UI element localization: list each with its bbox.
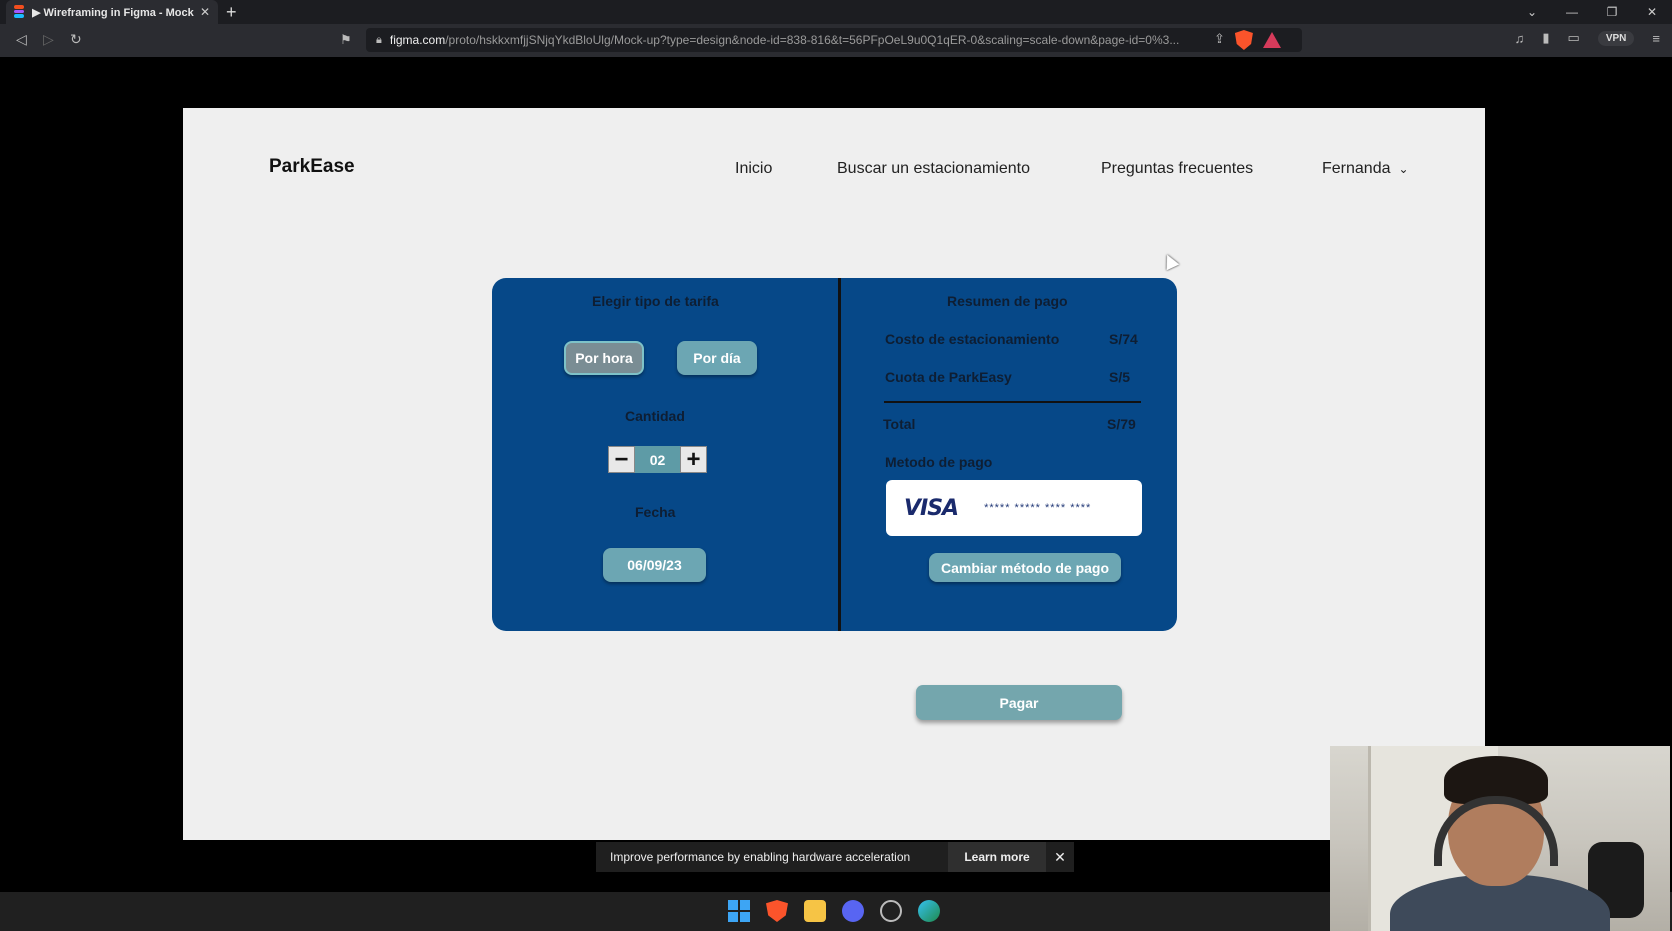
tab-title: ▶ Wireframing in Figma - Mock-u bbox=[32, 6, 194, 19]
address-bar[interactable]: 🔒︎ figma.com /proto/hskkxmfjjSNjqYkdBloU… bbox=[366, 28, 1302, 52]
url-path: /proto/hskkxmfjjSNjqYkdBloUlg/Mock-up?ty… bbox=[445, 33, 1180, 47]
brave-rewards-icon[interactable] bbox=[1262, 32, 1281, 48]
brave-shield-icon[interactable] bbox=[1234, 30, 1253, 50]
parking-cost-value: S/74 bbox=[1109, 331, 1138, 347]
figma-icon bbox=[14, 5, 24, 19]
media-icon[interactable]: ♫ bbox=[1515, 31, 1525, 46]
site-logo[interactable]: ParkEase bbox=[269, 156, 355, 178]
url-actions: ⇪ bbox=[1214, 30, 1281, 50]
webcam-overlay bbox=[1330, 746, 1670, 931]
close-tab-icon[interactable]: ✕ bbox=[200, 5, 210, 19]
windows-start-icon[interactable] bbox=[728, 900, 750, 922]
quantity-value[interactable]: 02 bbox=[635, 446, 680, 473]
total-label: Total bbox=[883, 416, 916, 432]
back-icon[interactable]: ◁ bbox=[16, 31, 27, 48]
chevron-down-icon: ⌄ bbox=[1398, 162, 1409, 176]
forward-icon[interactable]: ▷ bbox=[43, 31, 54, 48]
window-controls: ⌄ — ❐ ✕ bbox=[1512, 0, 1672, 24]
plus-icon[interactable]: + bbox=[680, 446, 707, 473]
browser-toolbar: ◁ ▷ ↻ ⚑ 🔒︎ figma.com /proto/hskkxmfjjSNj… bbox=[0, 24, 1672, 57]
quantity-label: Cantidad bbox=[625, 408, 685, 424]
booking-card: Elegir tipo de tarifa Por hora Por día C… bbox=[492, 278, 1177, 631]
restore-icon[interactable]: ❐ bbox=[1592, 0, 1632, 24]
total-value: S/79 bbox=[1107, 416, 1136, 432]
payment-card[interactable]: VISA ***** ***** **** **** bbox=[886, 480, 1142, 536]
bookmark-icon[interactable]: ⚑ bbox=[340, 32, 352, 48]
new-tab-icon[interactable]: + bbox=[226, 2, 237, 23]
quantity-stepper: − 02 + bbox=[608, 446, 707, 473]
nav-home[interactable]: Inicio bbox=[735, 160, 772, 178]
notification-message: Improve performance by enabling hardware… bbox=[610, 850, 911, 864]
browser-tab[interactable]: ▶ Wireframing in Figma - Mock-u ✕ bbox=[6, 0, 218, 24]
close-window-icon[interactable]: ✕ bbox=[1632, 0, 1672, 24]
toolbar-right: ♫ ▮ ▭ VPN ≡ bbox=[1515, 30, 1660, 46]
prototype-frame: ParkEase Inicio Buscar un estacionamient… bbox=[183, 108, 1485, 840]
obs-icon[interactable] bbox=[880, 900, 902, 922]
sidebar-icon[interactable]: ▮ bbox=[1542, 30, 1549, 46]
user-name: Fernanda bbox=[1322, 160, 1391, 177]
reload-icon[interactable]: ↻ bbox=[70, 31, 82, 48]
notification-bar: Improve performance by enabling hardware… bbox=[596, 842, 1074, 872]
nav-search[interactable]: Buscar un estacionamiento bbox=[837, 160, 1030, 178]
discord-icon[interactable] bbox=[842, 900, 864, 922]
vpn-button[interactable]: VPN bbox=[1597, 30, 1635, 46]
date-picker[interactable]: 06/09/23 bbox=[603, 548, 706, 582]
change-payment-button[interactable]: Cambiar método de pago bbox=[929, 553, 1121, 582]
taskbar-icons bbox=[728, 900, 940, 922]
date-label: Fecha bbox=[635, 504, 676, 520]
wallet-icon[interactable]: ▭ bbox=[1568, 30, 1580, 46]
rate-day-button[interactable]: Por día bbox=[677, 341, 757, 375]
brave-browser-icon[interactable] bbox=[766, 900, 788, 922]
summary-divider bbox=[884, 401, 1141, 403]
browser-tabbar: ▶ Wireframing in Figma - Mock-u ✕ + ⌄ — … bbox=[0, 0, 1672, 24]
nav-faq[interactable]: Preguntas frecuentes bbox=[1101, 160, 1253, 178]
edge-icon[interactable] bbox=[918, 900, 940, 922]
summary-title: Resumen de pago bbox=[947, 293, 1068, 309]
learn-more-button[interactable]: Learn more bbox=[948, 842, 1046, 872]
parking-cost-label: Costo de estacionamiento bbox=[885, 331, 1060, 347]
rate-title: Elegir tipo de tarifa bbox=[592, 293, 719, 309]
share-icon[interactable]: ⇪ bbox=[1214, 31, 1225, 50]
card-number-mask: ***** ***** **** **** bbox=[984, 502, 1092, 514]
minimize-icon[interactable]: — bbox=[1552, 0, 1592, 24]
close-notification-icon[interactable]: ✕ bbox=[1046, 849, 1074, 866]
minus-icon[interactable]: − bbox=[608, 446, 635, 473]
fee-value: S/5 bbox=[1109, 369, 1131, 385]
rate-hour-button[interactable]: Por hora bbox=[564, 341, 644, 375]
url-host: figma.com bbox=[389, 33, 446, 47]
pay-button[interactable]: Pagar bbox=[916, 685, 1122, 720]
file-explorer-icon[interactable] bbox=[804, 900, 826, 922]
tab-search-icon[interactable]: ⌄ bbox=[1512, 0, 1552, 24]
fee-label: Cuota de ParkEasy bbox=[885, 369, 1012, 385]
lock-icon: 🔒︎ bbox=[376, 33, 382, 46]
card-divider bbox=[838, 278, 841, 631]
visa-logo: VISA bbox=[904, 495, 959, 521]
menu-icon[interactable]: ≡ bbox=[1652, 31, 1660, 46]
payment-method-label: Metodo de pago bbox=[885, 454, 993, 470]
user-menu[interactable]: Fernanda ⌄ bbox=[1322, 160, 1409, 178]
